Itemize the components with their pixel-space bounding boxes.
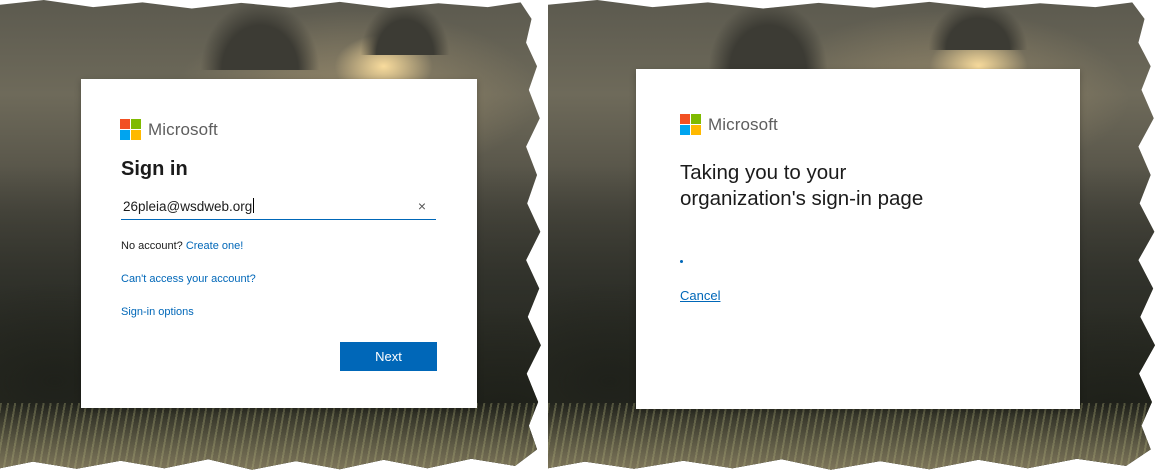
no-account-text: No account? bbox=[121, 240, 183, 252]
redirect-card: Microsoft Taking you to your organizatio… bbox=[636, 69, 1080, 409]
redirect-title: Taking you to your organization's sign-i… bbox=[680, 160, 923, 212]
email-field[interactable]: 26pleia@wsdweb.org × bbox=[121, 195, 436, 220]
sign-in-options-link[interactable]: Sign-in options bbox=[121, 306, 194, 318]
page-title: Sign in bbox=[121, 158, 188, 180]
create-account-link[interactable]: Create one! bbox=[186, 240, 243, 252]
redirect-title-line-2: organization's sign-in page bbox=[680, 187, 924, 210]
text-caret bbox=[253, 198, 255, 213]
redirect-title-line-1: Taking you to your bbox=[680, 161, 847, 184]
progress-indicator bbox=[680, 260, 683, 263]
email-value: 26pleia@wsdweb.org bbox=[123, 199, 253, 214]
redirect-screenshot: Microsoft Taking you to your organizatio… bbox=[548, 0, 1163, 473]
brand-name: Microsoft bbox=[708, 114, 778, 134]
brand-name: Microsoft bbox=[148, 119, 218, 139]
clear-icon[interactable]: × bbox=[418, 198, 426, 214]
microsoft-logo-icon bbox=[120, 119, 141, 140]
microsoft-logo: Microsoft bbox=[120, 119, 218, 140]
sign-in-card: Microsoft Sign in 26pleia@wsdweb.org × N… bbox=[81, 79, 477, 408]
microsoft-logo-icon bbox=[680, 114, 701, 135]
microsoft-logo: Microsoft bbox=[680, 114, 778, 135]
sign-in-screenshot: Microsoft Sign in 26pleia@wsdweb.org × N… bbox=[0, 0, 548, 473]
cancel-link[interactable]: Cancel bbox=[680, 288, 720, 303]
next-button[interactable]: Next bbox=[340, 342, 437, 371]
no-account-row: No account? Create one! bbox=[121, 240, 243, 252]
cant-access-account-link[interactable]: Can't access your account? bbox=[121, 273, 256, 285]
